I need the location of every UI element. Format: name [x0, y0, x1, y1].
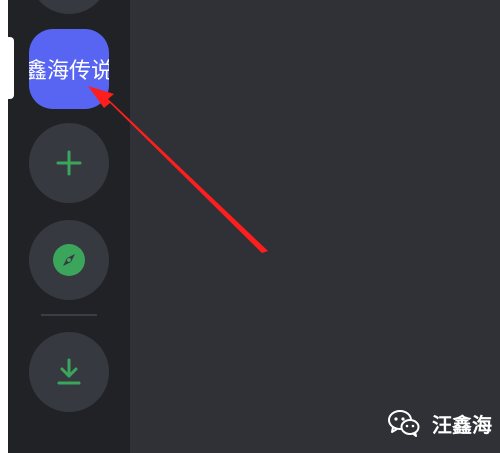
watermark: 汪鑫海: [388, 408, 492, 438]
watermark-text: 汪鑫海: [432, 412, 492, 437]
wechat-icon: [388, 410, 420, 437]
red-arrow-annotation: [88, 86, 268, 253]
